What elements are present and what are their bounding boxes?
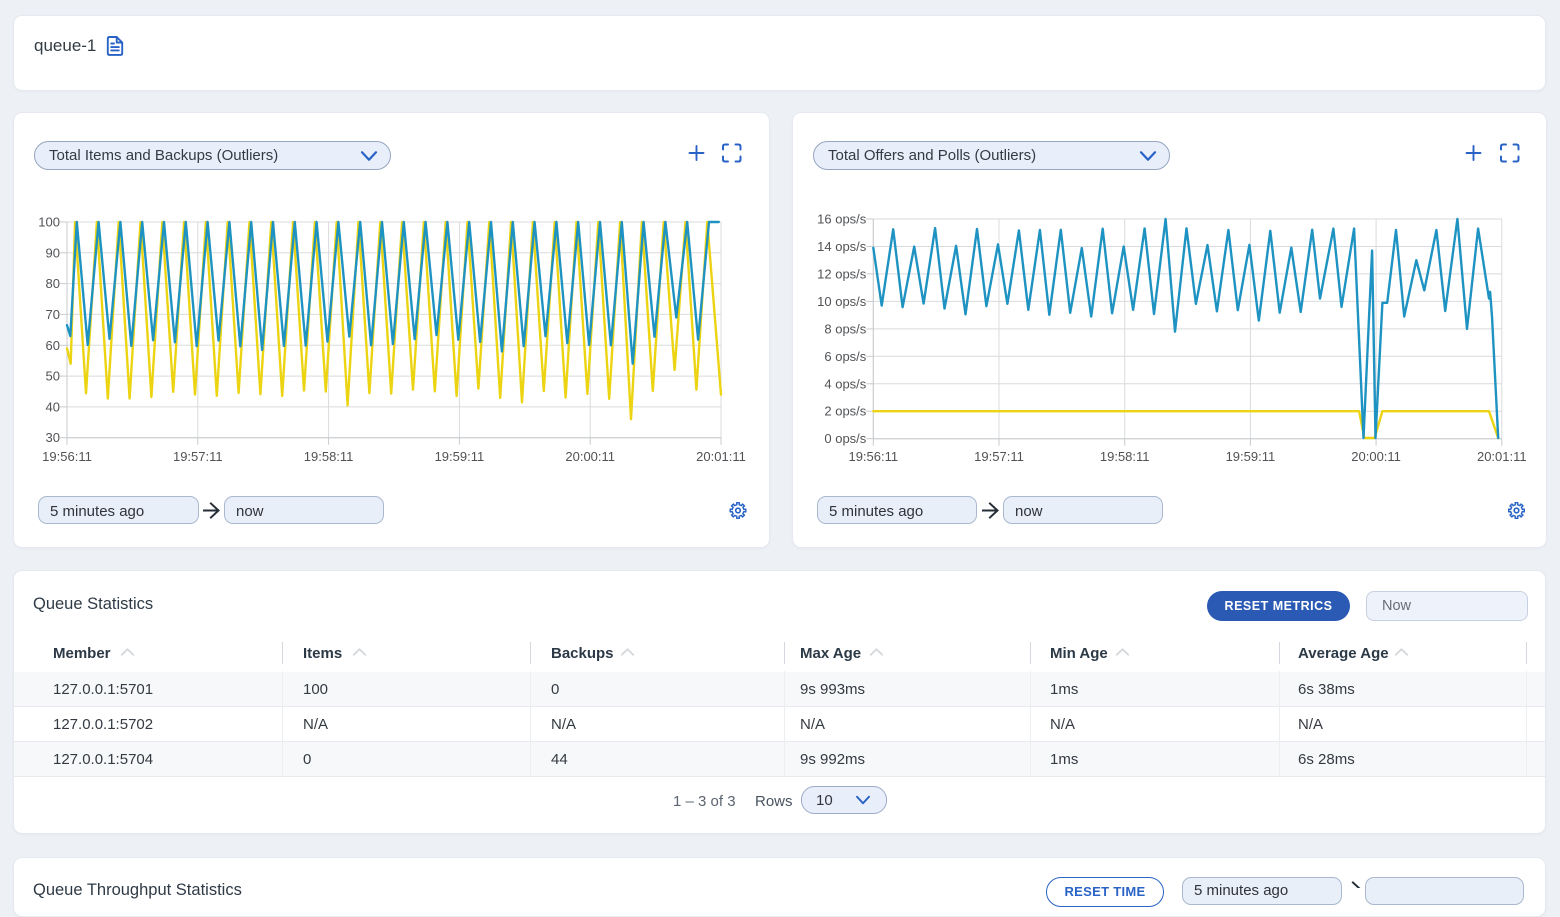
svg-text:0 ops/s: 0 ops/s — [824, 431, 866, 446]
svg-text:60: 60 — [46, 338, 60, 353]
svg-text:50: 50 — [46, 369, 60, 384]
svg-text:80: 80 — [46, 276, 60, 291]
svg-text:20:01:11: 20:01:11 — [1477, 449, 1527, 464]
svg-text:16 ops/s: 16 ops/s — [817, 212, 867, 227]
svg-text:12 ops/s: 12 ops/s — [817, 266, 867, 281]
svg-text:2 ops/s: 2 ops/s — [824, 404, 866, 419]
svg-text:19:58:11: 19:58:11 — [1100, 449, 1150, 464]
svg-text:20:01:11: 20:01:11 — [696, 449, 746, 464]
svg-text:70: 70 — [46, 307, 60, 322]
svg-text:14 ops/s: 14 ops/s — [817, 239, 867, 254]
svg-text:10 ops/s: 10 ops/s — [817, 294, 867, 309]
svg-text:19:59:11: 19:59:11 — [1226, 449, 1276, 464]
svg-text:19:58:11: 19:58:11 — [304, 449, 354, 464]
svg-text:20:00:11: 20:00:11 — [1351, 449, 1401, 464]
svg-text:19:59:11: 19:59:11 — [435, 449, 485, 464]
svg-text:40: 40 — [46, 399, 60, 414]
svg-text:4 ops/s: 4 ops/s — [824, 376, 866, 391]
svg-text:6 ops/s: 6 ops/s — [824, 349, 866, 364]
svg-text:100: 100 — [38, 215, 60, 230]
svg-text:20:00:11: 20:00:11 — [565, 449, 615, 464]
svg-text:90: 90 — [46, 245, 60, 260]
svg-text:19:57:11: 19:57:11 — [173, 449, 223, 464]
svg-text:19:57:11: 19:57:11 — [974, 449, 1024, 464]
svg-text:19:56:11: 19:56:11 — [42, 449, 92, 464]
svg-text:8 ops/s: 8 ops/s — [824, 321, 866, 336]
svg-text:19:56:11: 19:56:11 — [848, 449, 898, 464]
svg-text:30: 30 — [46, 430, 60, 445]
